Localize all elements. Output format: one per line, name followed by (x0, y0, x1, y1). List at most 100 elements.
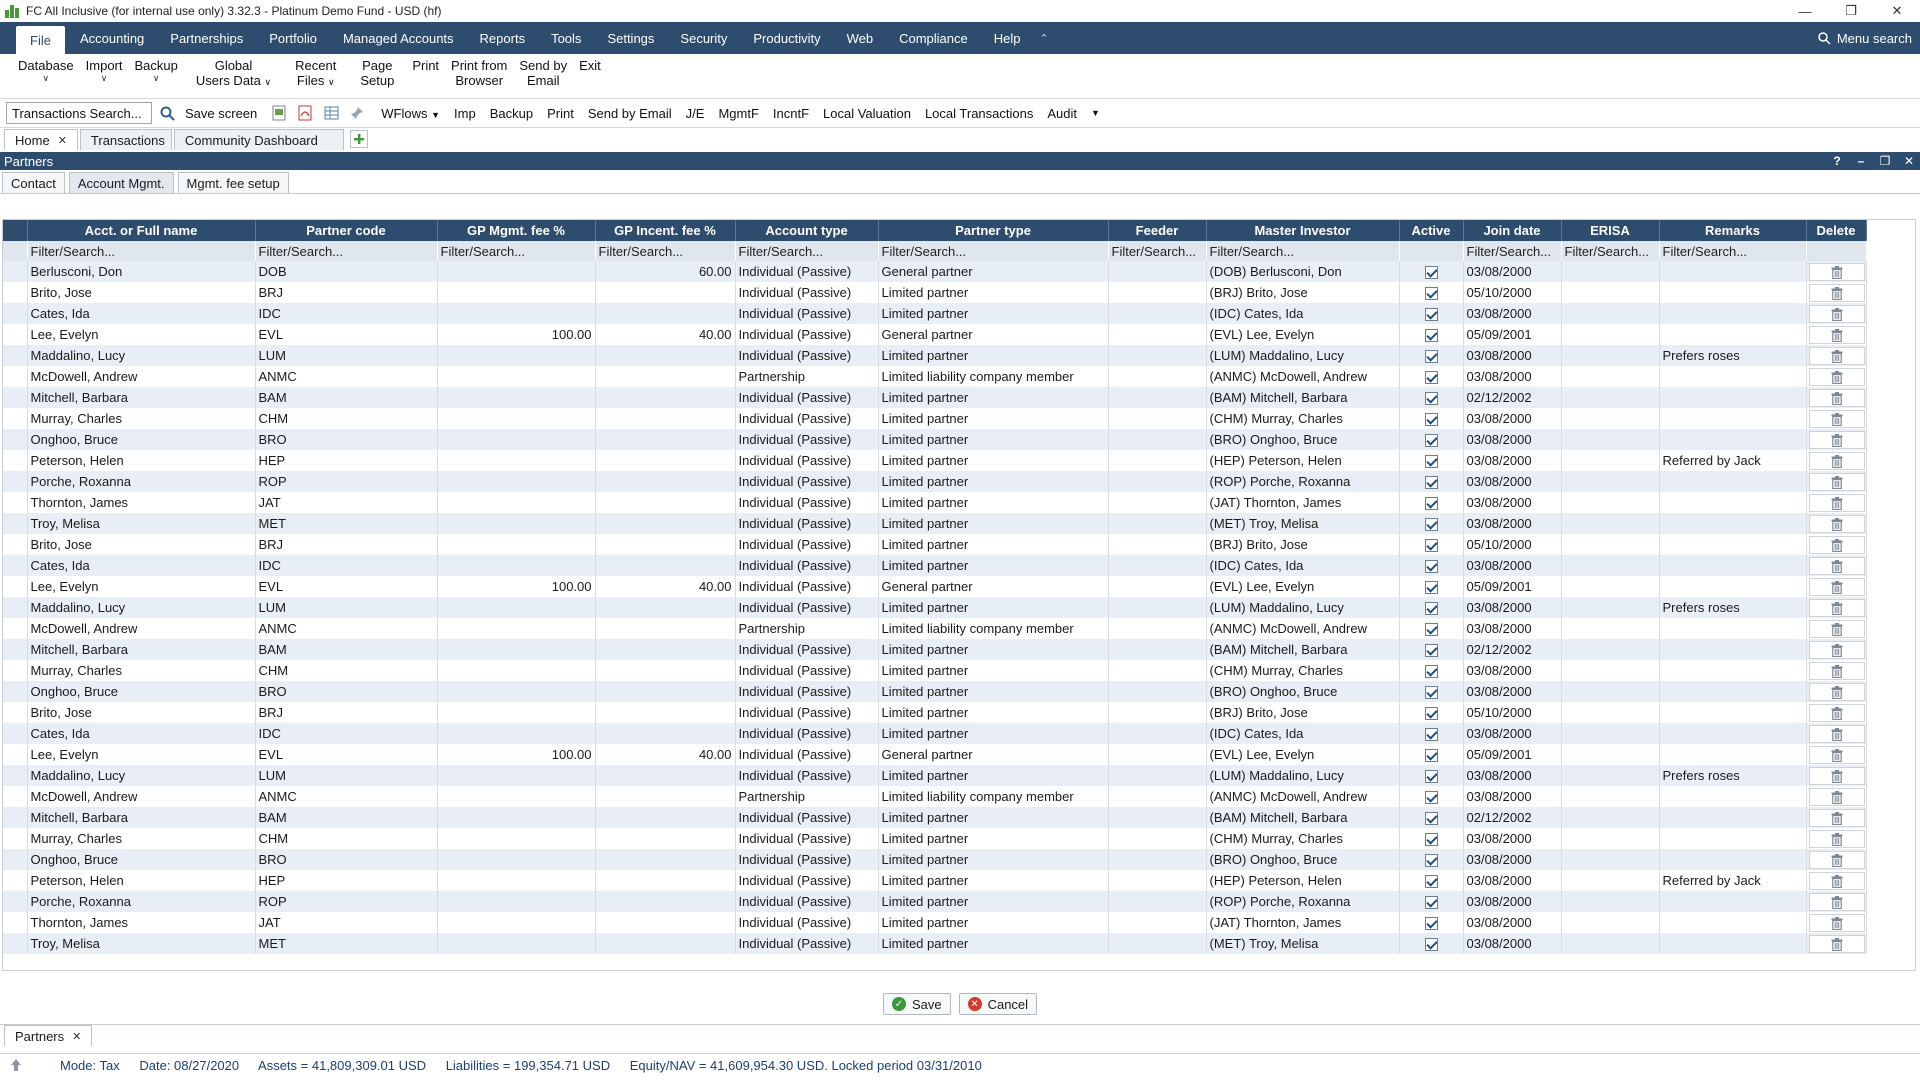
cell-partner-code[interactable]: BRJ (255, 282, 438, 303)
trash-icon[interactable] (1808, 598, 1865, 617)
trash-icon[interactable] (1808, 514, 1865, 533)
cell-erisa[interactable] (1561, 786, 1660, 807)
row-selector[interactable] (3, 912, 28, 933)
cell-partner-type[interactable]: Limited partner (878, 471, 1109, 492)
column-header[interactable]: Delete (1806, 220, 1867, 241)
cell-name[interactable]: McDowell, Andrew (27, 618, 256, 639)
cell-remarks[interactable] (1659, 576, 1807, 597)
active-checkbox[interactable] (1424, 518, 1438, 532)
column-header[interactable]: Active (1399, 220, 1464, 241)
cell-feeder[interactable] (1108, 765, 1207, 786)
document-icon[interactable] (268, 102, 290, 124)
cell-erisa[interactable] (1561, 828, 1660, 849)
backup-button[interactable]: Backup (483, 106, 540, 121)
arrow-up-icon[interactable] (4, 1058, 28, 1072)
row-selector[interactable] (3, 576, 28, 597)
cell-gp-mgmt-fee[interactable] (437, 471, 596, 492)
cell-feeder[interactable] (1108, 702, 1207, 723)
cell-join-date[interactable]: 02/12/2002 (1463, 807, 1562, 828)
cell-feeder[interactable] (1108, 870, 1207, 891)
row-selector[interactable] (3, 933, 28, 954)
row-selector[interactable] (3, 261, 28, 282)
column-filter-input[interactable]: Filter/Search... (1108, 241, 1207, 261)
row-selector[interactable] (3, 429, 28, 450)
cell-partner-code[interactable]: DOB (255, 261, 438, 282)
column-header[interactable]: GP Incent. fee % (595, 220, 736, 241)
cell-erisa[interactable] (1561, 744, 1660, 765)
cell-account-type[interactable]: Individual (Passive) (735, 534, 879, 555)
cell-partner-code[interactable]: EVL (255, 744, 438, 765)
cell-join-date[interactable]: 03/08/2000 (1463, 891, 1562, 912)
collapse-ribbon-icon[interactable]: ⌃ (1034, 22, 1055, 54)
ribbon-send-email[interactable]: Send by Email (513, 58, 573, 98)
cell-feeder[interactable] (1108, 660, 1207, 681)
column-filter-input[interactable]: Filter/Search... (1561, 241, 1660, 261)
cell-gp-mgmt-fee[interactable]: 100.00 (437, 324, 596, 345)
trash-icon[interactable] (1808, 871, 1865, 890)
cell-erisa[interactable] (1561, 471, 1660, 492)
trash-icon[interactable] (1808, 724, 1865, 743)
cell-name[interactable]: Troy, Melisa (27, 933, 256, 954)
cell-name[interactable]: Brito, Jose (27, 702, 256, 723)
cell-gp-mgmt-fee[interactable] (437, 492, 596, 513)
cell-master-investor[interactable]: (BRO) Onghoo, Bruce (1206, 849, 1400, 870)
cell-partner-type[interactable]: Limited partner (878, 387, 1109, 408)
search-icon[interactable] (156, 102, 178, 124)
cell-join-date[interactable]: 03/08/2000 (1463, 912, 1562, 933)
active-checkbox[interactable] (1424, 938, 1438, 952)
cell-name[interactable]: Lee, Evelyn (27, 576, 256, 597)
table-row[interactable]: Cates, Ida IDC Individual (Passive) Limited… (3, 303, 1867, 324)
cell-master-investor[interactable]: (EVL) Lee, Evelyn (1206, 744, 1400, 765)
trash-icon[interactable] (1808, 661, 1865, 680)
cell-account-type[interactable]: Individual (Passive) (735, 933, 879, 954)
cell-partner-code[interactable]: BAM (255, 807, 438, 828)
cell-name[interactable]: McDowell, Andrew (27, 786, 256, 807)
cell-partner-code[interactable]: IDC (255, 555, 438, 576)
active-checkbox[interactable] (1424, 623, 1438, 637)
cell-gp-mgmt-fee[interactable] (437, 555, 596, 576)
table-row[interactable]: Cates, Ida IDC Individual (Passive) Limited… (3, 723, 1867, 744)
close-window-icon[interactable]: ✕ (1874, 0, 1920, 22)
cell-name[interactable]: Thornton, James (27, 912, 256, 933)
table-row[interactable]: Brito, Jose BRJ Individual (Passive) Limite… (3, 534, 1867, 555)
cell-erisa[interactable] (1561, 870, 1660, 891)
cell-partner-code[interactable]: BAM (255, 387, 438, 408)
cell-partner-code[interactable]: LUM (255, 765, 438, 786)
cell-account-type[interactable]: Individual (Passive) (735, 303, 879, 324)
active-checkbox[interactable] (1424, 287, 1438, 301)
active-checkbox[interactable] (1424, 560, 1438, 574)
cell-partner-type[interactable]: General partner (878, 261, 1109, 282)
cell-master-investor[interactable]: (BAM) Mitchell, Barbara (1206, 807, 1400, 828)
cell-gp-incent-fee[interactable] (595, 345, 736, 366)
cell-remarks[interactable]: Prefers roses (1659, 765, 1807, 786)
table-row[interactable]: Thornton, James JAT Individual (Passive) Li… (3, 492, 1867, 513)
active-checkbox[interactable] (1424, 308, 1438, 322)
close-icon[interactable]: ✕ (72, 1030, 81, 1043)
cell-name[interactable]: Peterson, Helen (27, 450, 256, 471)
ribbon-global-users-data[interactable]: Global Users Data ∨ (184, 58, 283, 98)
cell-gp-incent-fee[interactable]: 40.00 (595, 324, 736, 345)
cell-partner-type[interactable]: Limited partner (878, 555, 1109, 576)
cell-feeder[interactable] (1108, 492, 1207, 513)
cell-feeder[interactable] (1108, 807, 1207, 828)
cell-erisa[interactable] (1561, 807, 1660, 828)
cell-gp-incent-fee[interactable] (595, 429, 736, 450)
cell-name[interactable]: Murray, Charles (27, 408, 256, 429)
cell-join-date[interactable]: 05/09/2001 (1463, 576, 1562, 597)
cell-join-date[interactable]: 03/08/2000 (1463, 597, 1562, 618)
cell-name[interactable]: Berlusconi, Don (27, 261, 256, 282)
cell-master-investor[interactable]: (ANMC) McDowell, Andrew (1206, 366, 1400, 387)
column-filter-input[interactable]: Filter/Search... (1463, 241, 1562, 261)
transactions-search-input[interactable] (6, 102, 152, 124)
cell-account-type[interactable]: Individual (Passive) (735, 282, 879, 303)
cell-account-type[interactable]: Partnership (735, 366, 879, 387)
cell-feeder[interactable] (1108, 345, 1207, 366)
cell-erisa[interactable] (1561, 933, 1660, 954)
row-selector[interactable] (3, 597, 28, 618)
cell-partner-code[interactable]: HEP (255, 870, 438, 891)
menu-managed-accounts[interactable]: Managed Accounts (330, 22, 467, 54)
cell-erisa[interactable] (1561, 597, 1660, 618)
column-filter-input[interactable]: Filter/Search... (1206, 241, 1400, 261)
cell-partner-code[interactable]: ANMC (255, 786, 438, 807)
column-filter-input[interactable]: Filter/Search... (735, 241, 879, 261)
